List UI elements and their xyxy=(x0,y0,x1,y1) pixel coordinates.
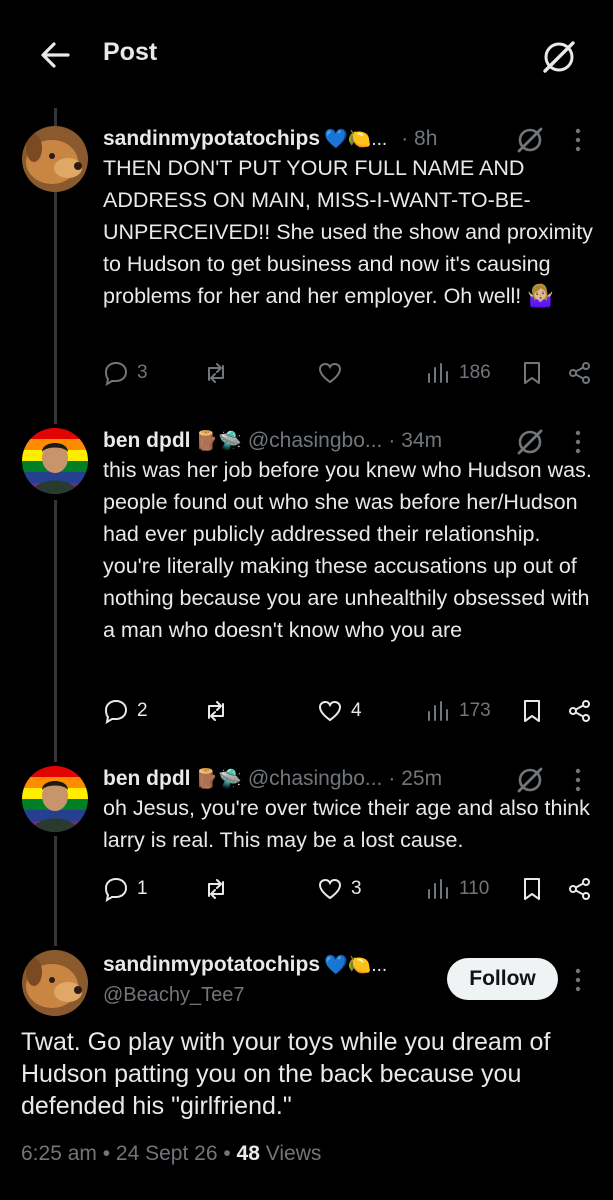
user-handle[interactable]: @chasingbo... xyxy=(248,767,383,791)
action-bar: 3 186 xyxy=(103,360,603,390)
reply-icon xyxy=(104,361,128,386)
post-date[interactable]: 24 Sept 26 xyxy=(116,1142,218,1165)
repost-button[interactable] xyxy=(203,360,237,386)
views-count: 48 xyxy=(236,1142,260,1165)
reply-count: 1 xyxy=(137,878,148,899)
avatar[interactable] xyxy=(22,126,88,192)
reply-button[interactable]: 1 xyxy=(103,876,148,902)
action-bar: 2 4 173 xyxy=(103,698,603,728)
bookmark-button[interactable] xyxy=(519,698,545,724)
name-emojis: 🪵🛸 xyxy=(194,431,242,452)
views-chart-icon xyxy=(428,879,448,899)
display-name[interactable]: sandinmypotatochips xyxy=(103,953,320,977)
bookmark-icon xyxy=(524,878,540,900)
avatar[interactable] xyxy=(22,766,88,832)
post-meta-line: ben dpdl 🪵🛸 @chasingbo... · 25m xyxy=(103,764,442,794)
views-count: 186 xyxy=(459,362,491,383)
bookmark-icon xyxy=(524,362,540,384)
share-icon xyxy=(569,362,590,384)
bookmark-icon xyxy=(524,700,540,722)
name-emojis: 💙🍋... xyxy=(324,955,388,976)
user-handle[interactable]: @chasingbo... xyxy=(248,429,383,453)
reply-icon xyxy=(104,877,128,902)
views-chart-icon xyxy=(428,701,448,721)
thread-line xyxy=(54,192,57,424)
repost-icon xyxy=(208,879,224,899)
user-handle[interactable]: @Beachy_Tee7 xyxy=(103,984,245,1007)
grok-icon[interactable] xyxy=(538,36,580,78)
display-name[interactable]: ben dpdl xyxy=(103,429,191,453)
more-options-icon[interactable] xyxy=(570,966,586,994)
timestamp[interactable]: · 25m xyxy=(388,767,442,791)
avatar[interactable] xyxy=(22,428,88,494)
views-label: Views xyxy=(265,1142,322,1165)
action-bar: 1 3 110 xyxy=(103,876,603,906)
share-icon xyxy=(569,700,590,722)
post-text: this was her job before you knew who Hud… xyxy=(103,458,592,642)
post-text: oh Jesus, you're over twice their age an… xyxy=(103,796,590,852)
views-chart-icon xyxy=(428,363,448,383)
repost-icon xyxy=(208,701,224,721)
views-button[interactable]: 110 xyxy=(425,876,489,902)
display-name[interactable]: ben dpdl xyxy=(103,767,191,791)
top-bar: Post xyxy=(0,0,613,110)
repost-button[interactable] xyxy=(203,698,237,724)
back-arrow-icon[interactable] xyxy=(36,36,74,74)
separator-dot: • xyxy=(223,1142,237,1165)
post-author-line: sandinmypotatochips 💙🍋... xyxy=(103,950,387,980)
share-icon xyxy=(569,878,590,900)
timestamp[interactable]: · 8h xyxy=(401,127,437,151)
timestamp[interactable]: · 34m xyxy=(388,429,442,453)
avatar[interactable] xyxy=(22,950,88,1016)
display-name[interactable]: sandinmypotatochips xyxy=(103,127,320,151)
post-meta-line: sandinmypotatochips 💙🍋... · 8h xyxy=(103,124,437,154)
more-options-icon[interactable] xyxy=(570,766,586,794)
thread-line xyxy=(54,836,57,946)
page-title: Post xyxy=(103,38,158,66)
heart-icon xyxy=(318,362,342,384)
post-timestamp-line: 6:25 am • 24 Sept 26 • 48 Views xyxy=(21,1142,321,1166)
like-button[interactable]: 4 xyxy=(317,698,362,724)
post-text: THEN DON'T PUT YOUR FULL NAME AND ADDRES… xyxy=(103,156,593,308)
views-button[interactable]: 186 xyxy=(425,360,491,386)
reply-button[interactable]: 3 xyxy=(103,360,148,386)
name-emojis: 🪵🛸 xyxy=(194,769,242,790)
post-text: Twat. Go play with your toys while you d… xyxy=(21,1028,551,1120)
post-meta-line: ben dpdl 🪵🛸 @chasingbo... · 34m xyxy=(103,426,442,456)
like-count: 3 xyxy=(351,878,362,899)
reply-icon xyxy=(104,699,128,724)
share-button[interactable] xyxy=(567,360,593,386)
heart-icon xyxy=(318,700,342,722)
thread-line xyxy=(54,108,57,126)
views-count: 110 xyxy=(459,878,490,899)
name-emojis: 💙🍋... xyxy=(324,129,388,150)
heart-icon xyxy=(318,878,342,900)
like-button[interactable] xyxy=(317,360,351,386)
follow-button[interactable]: Follow xyxy=(447,958,558,1000)
more-options-icon[interactable] xyxy=(570,428,586,456)
like-count: 4 xyxy=(351,700,362,721)
more-options-icon[interactable] xyxy=(570,126,586,154)
views-count: 173 xyxy=(459,700,491,721)
thread-line xyxy=(54,500,57,762)
bookmark-button[interactable] xyxy=(519,360,545,386)
separator-dot: • xyxy=(102,1142,116,1165)
repost-icon xyxy=(208,363,224,383)
views-button[interactable]: 173 xyxy=(425,698,491,724)
reply-count: 3 xyxy=(137,362,148,383)
bookmark-button[interactable] xyxy=(519,876,545,902)
like-button[interactable]: 3 xyxy=(317,876,362,902)
share-button[interactable] xyxy=(567,876,593,902)
reply-count: 2 xyxy=(137,700,148,721)
reply-button[interactable]: 2 xyxy=(103,698,148,724)
repost-button[interactable] xyxy=(203,876,237,902)
share-button[interactable] xyxy=(567,698,593,724)
post-time[interactable]: 6:25 am xyxy=(21,1142,97,1165)
